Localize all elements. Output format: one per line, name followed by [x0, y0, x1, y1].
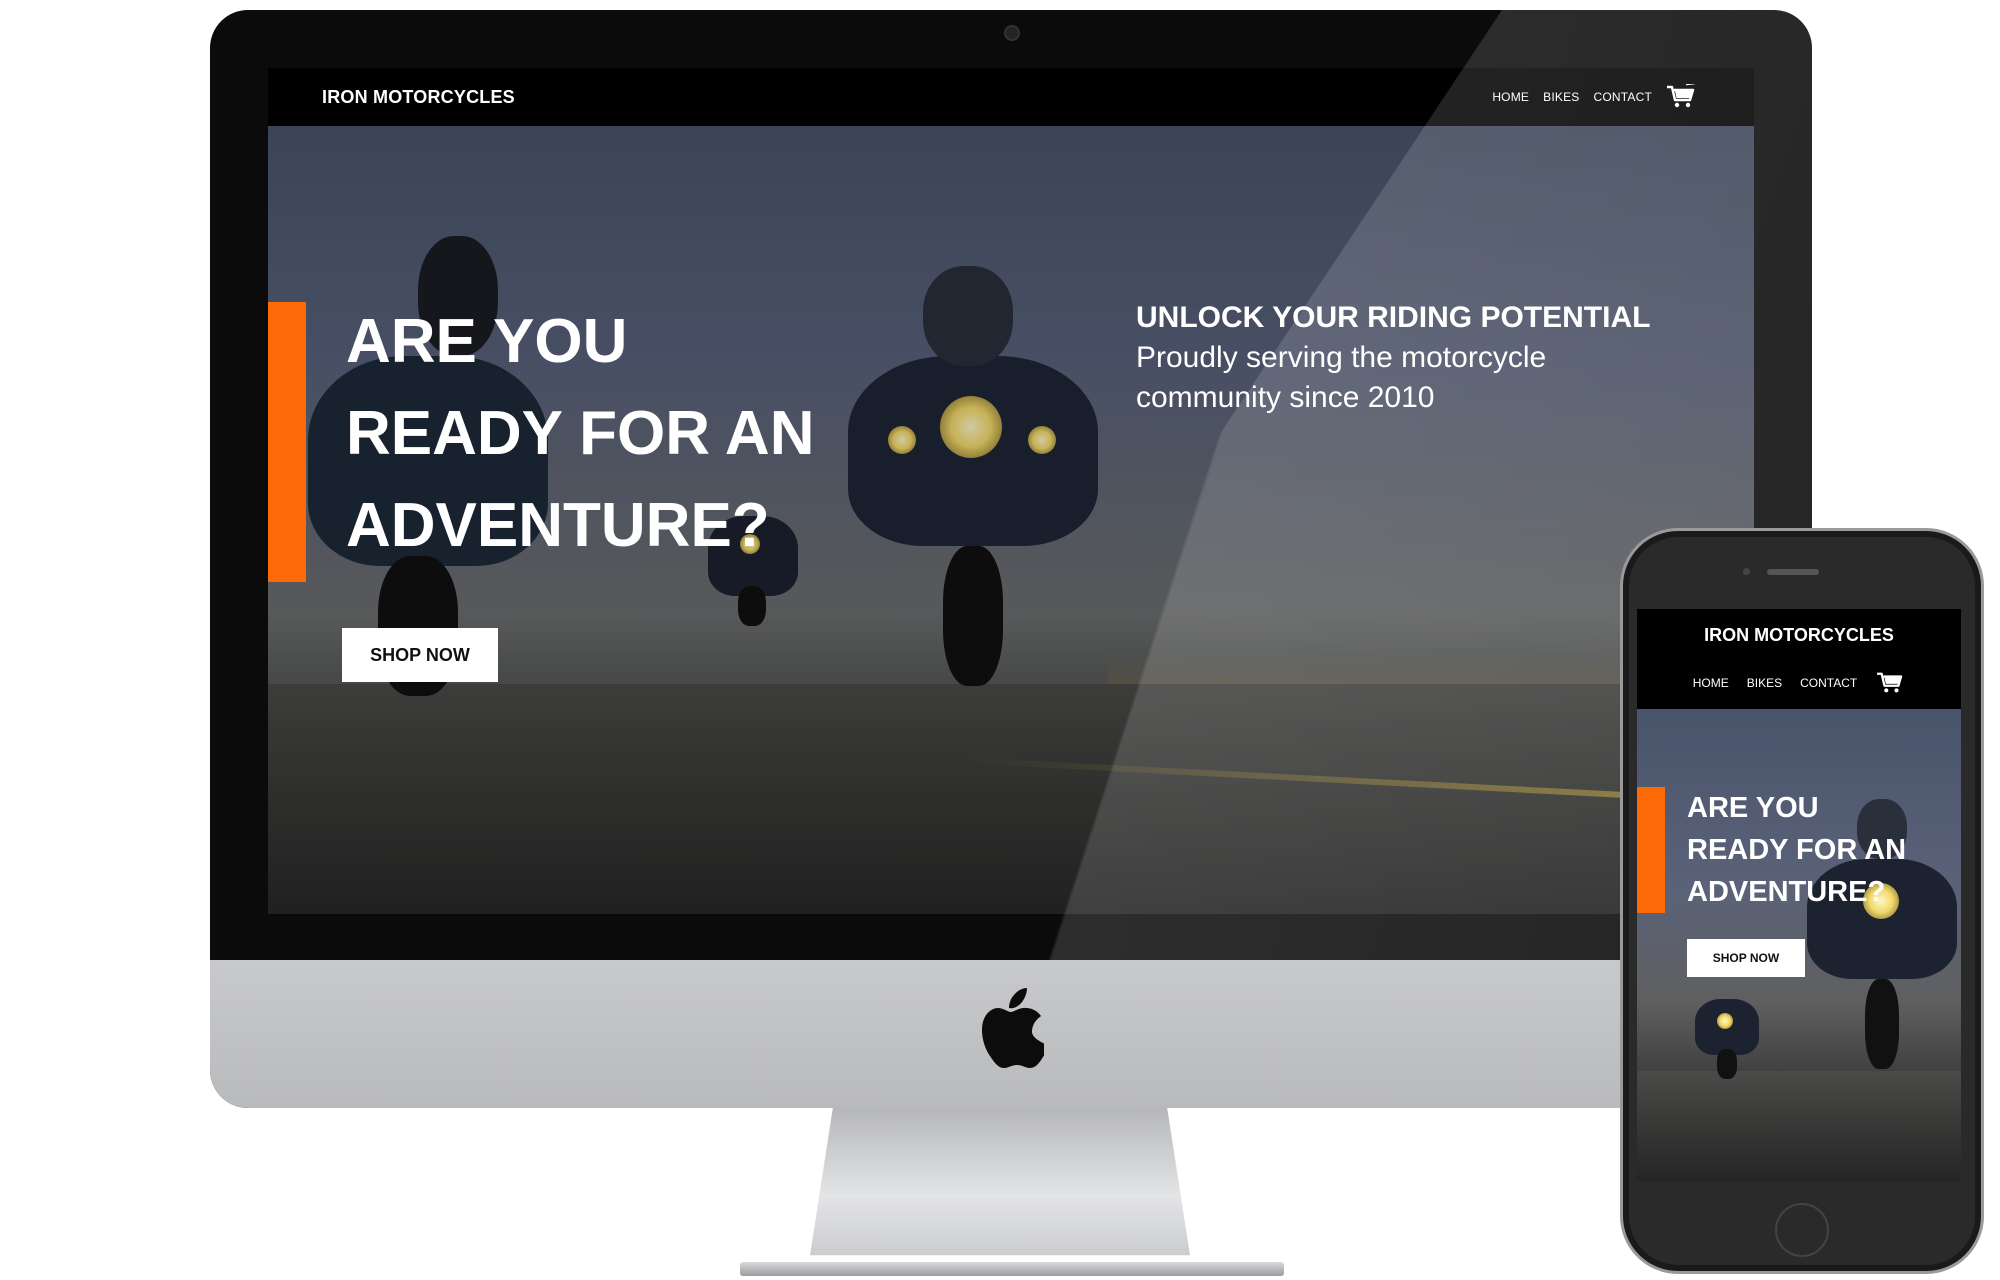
- nav-bikes[interactable]: BIKES: [1543, 90, 1579, 104]
- camera-icon: [1004, 25, 1020, 41]
- hero-section: ARE YOU READY FOR AN ADVENTURE? SHOP NOW…: [268, 126, 1754, 914]
- hero-headline: ARE YOU READY FOR AN ADVENTURE?: [346, 296, 906, 572]
- mobile-headline-line-1: ARE YOU: [1687, 792, 1819, 824]
- phone-speaker: [1767, 569, 1819, 575]
- imac-frame: IRON MOTORCYCLES HOME BIKES CONTACT ARE …: [210, 10, 1812, 1108]
- mobile-headline-line-3: ADVENTURE?: [1687, 876, 1886, 908]
- headline-line-3: ADVENTURE?: [346, 491, 770, 560]
- mobile-nav-contact[interactable]: CONTACT: [1800, 676, 1857, 690]
- mobile-navbar: IRON MOTORCYCLES HOME BIKES CONTACT: [1637, 609, 1961, 709]
- home-button[interactable]: [1775, 1203, 1829, 1257]
- nav-links: HOME BIKES CONTACT: [1492, 84, 1696, 110]
- apple-logo: [982, 988, 1044, 1068]
- shopping-cart-icon[interactable]: [1875, 671, 1905, 695]
- mobile-road-background: [1637, 1071, 1961, 1181]
- mobile-nav-home[interactable]: HOME: [1693, 676, 1729, 690]
- mobile-hero-headline: ARE YOU READY FOR AN ADVENTURE?: [1687, 787, 1947, 913]
- brand-logo[interactable]: IRON MOTORCYCLES: [322, 87, 515, 108]
- mobile-headline-line-2: READY FOR AN: [1687, 834, 1907, 866]
- nav-contact[interactable]: CONTACT: [1593, 90, 1652, 104]
- accent-bar: [268, 302, 306, 582]
- desktop-website: IRON MOTORCYCLES HOME BIKES CONTACT ARE …: [268, 68, 1754, 914]
- shop-now-button[interactable]: SHOP NOW: [342, 628, 498, 682]
- mobile-website: IRON MOTORCYCLES HOME BIKES CONTACT ARE …: [1637, 609, 1961, 1181]
- desktop-navbar: IRON MOTORCYCLES HOME BIKES CONTACT: [268, 68, 1754, 126]
- shopping-cart-icon[interactable]: [1666, 84, 1696, 110]
- imac-chin: [210, 960, 1812, 1108]
- iphone-frame: IRON MOTORCYCLES HOME BIKES CONTACT ARE …: [1620, 528, 1984, 1274]
- mobile-brand-logo[interactable]: IRON MOTORCYCLES: [1637, 625, 1961, 646]
- hero-tagline: UNLOCK YOUR RIDING POTENTIAL Proudly ser…: [1136, 298, 1696, 418]
- mobile-motorcycle-small-image: [1695, 979, 1759, 1079]
- mobile-nav-links: HOME BIKES CONTACT: [1637, 671, 1961, 695]
- mobile-shop-now-button[interactable]: SHOP NOW: [1687, 939, 1805, 977]
- headline-line-2: READY FOR AN: [346, 399, 815, 468]
- mobile-accent-bar: [1637, 787, 1665, 913]
- mobile-nav-bikes[interactable]: BIKES: [1747, 676, 1782, 690]
- imac-stand: [810, 1108, 1190, 1256]
- tagline-subtitle: Proudly serving the motorcycle community…: [1136, 341, 1547, 414]
- nav-home[interactable]: HOME: [1492, 90, 1529, 104]
- imac-stand-base: [740, 1262, 1284, 1276]
- tagline-title: UNLOCK YOUR RIDING POTENTIAL: [1136, 301, 1651, 334]
- headline-line-1: ARE YOU: [346, 307, 628, 376]
- mobile-hero-section: ARE YOU READY FOR AN ADVENTURE? SHOP NOW: [1637, 709, 1961, 1181]
- phone-camera-icon: [1743, 568, 1750, 575]
